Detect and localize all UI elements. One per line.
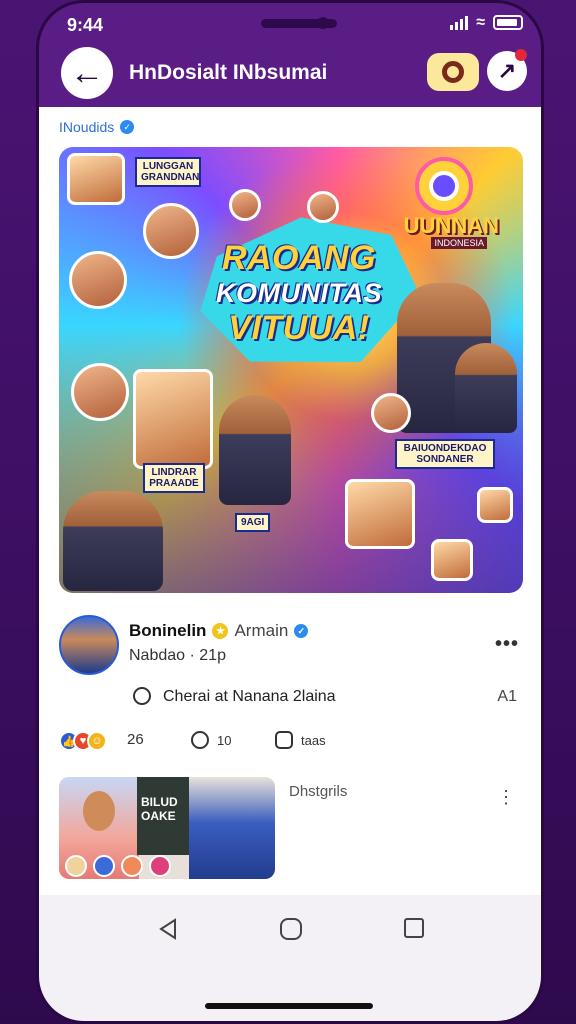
corner-subtitle: INDONESIA	[431, 237, 487, 249]
banner-person	[455, 343, 517, 433]
share-icon	[191, 731, 209, 749]
banner-tag-top-left: LUNGGAN GRANDNAN	[135, 157, 201, 187]
banner-tag-right: BAIUONDEKDAO SONDANER	[395, 439, 495, 469]
post2-more-button[interactable]: ⋮	[497, 787, 515, 808]
banner-photo	[431, 539, 473, 581]
save-button[interactable]: taas	[275, 731, 326, 749]
headline-line-1: RAOANG	[221, 239, 377, 277]
banner-avatar	[69, 251, 127, 309]
banner-avatar	[307, 191, 339, 223]
share-button[interactable]: 10	[191, 731, 231, 749]
post-actions: 👍 ♥ ☺ 26 10 taas	[59, 729, 521, 755]
post2-board-text: BILUD OAKE	[137, 777, 191, 855]
post-role: Armain	[234, 621, 289, 640]
phone-background: 9:44 ≈ ← HnDosialt INbsumai ↗ INoudids ✓…	[0, 0, 576, 1024]
shares-count-text: 10	[217, 732, 232, 748]
badge-icon: ★	[212, 623, 229, 639]
signal-icon	[450, 15, 469, 30]
notification-button[interactable]: ↗	[487, 49, 527, 91]
system-back-button[interactable]	[157, 917, 179, 946]
post-author-line: Boninelin ★ Armain ✓	[129, 621, 309, 641]
post-author[interactable]: Boninelin	[129, 621, 206, 641]
second-post-media[interactable]: BILUD OAKE	[59, 777, 275, 879]
reactions-count[interactable]: 26	[127, 731, 144, 748]
status-bar: 9:44 ≈	[39, 3, 541, 43]
camera-dot	[317, 17, 329, 29]
banner-person	[63, 491, 163, 591]
live-camera-button[interactable]	[427, 53, 479, 91]
banner-photo	[133, 369, 213, 469]
post-meta: Nabdao · 21p	[129, 647, 226, 664]
home-indicator[interactable]	[205, 1003, 373, 1009]
wifi-icon: ≈	[476, 13, 485, 31]
device-frame: 9:44 ≈ ← HnDosialt INbsumai ↗ INoudids ✓…	[36, 0, 544, 1024]
headline-line-2: KOMUNITAS	[216, 278, 382, 308]
comment-right-label: A1	[497, 688, 517, 705]
community-logo-icon	[415, 157, 473, 215]
verified-icon: ✓	[294, 624, 309, 638]
system-navigation-bar	[39, 895, 541, 1021]
banner-person	[219, 395, 291, 505]
arrow-left-icon: ←	[70, 53, 104, 92]
banner-photo	[345, 479, 415, 549]
banner-avatar	[371, 393, 411, 433]
more-options-button[interactable]: •••	[495, 633, 519, 656]
avatar[interactable]	[59, 615, 119, 675]
post2-avatars	[59, 853, 275, 879]
section-label-text: INoudids	[59, 119, 115, 135]
save-label: taas	[301, 732, 326, 748]
app-header: ← HnDosialt INbsumai ↗	[39, 43, 541, 107]
banner-tag-left: LINDRAR PRAAADE	[143, 463, 205, 493]
haha-reaction-icon: ☺	[87, 731, 107, 751]
community-banner[interactable]: RAOANG KOMUNITAS VITUUA! UUNNAN INDONESI…	[59, 147, 523, 593]
feed-content: INoudids ✓ RAOANG KOMUNITAS VITUUA! UUNN…	[39, 107, 541, 947]
reactions-count-text: 26	[127, 731, 144, 748]
post2-title[interactable]: Dhstgrils	[289, 783, 347, 800]
comment-icon	[133, 687, 151, 705]
verified-icon: ✓	[120, 120, 135, 134]
section-label[interactable]: INoudids ✓	[59, 119, 135, 135]
circle-home-icon	[280, 918, 302, 940]
reaction-icons[interactable]: 👍 ♥ ☺	[59, 731, 107, 751]
corner-title: UUNNAN	[403, 213, 499, 238]
banner-headline: RAOANG KOMUNITAS VITUUA!	[179, 239, 419, 348]
banner-photo	[477, 487, 513, 523]
headline-line-3: VITUUA!	[228, 309, 370, 347]
back-button[interactable]: ←	[61, 47, 113, 99]
bookmark-icon	[275, 731, 293, 749]
page-title: HnDosialt INbsumai	[129, 61, 328, 84]
banner-small-caption: 9AGI	[235, 513, 271, 532]
banner-avatar	[229, 189, 261, 221]
status-time: 9:44	[67, 15, 104, 35]
system-home-button[interactable]	[279, 917, 303, 946]
comment-row[interactable]: Cherai at Nanana 2laina A1	[133, 687, 521, 711]
system-recents-button[interactable]	[403, 917, 425, 944]
banner-avatar	[143, 203, 199, 259]
triangle-back-icon	[159, 918, 176, 940]
battery-icon	[493, 15, 523, 30]
notification-badge	[515, 49, 527, 61]
record-icon	[442, 61, 464, 83]
square-recents-icon	[404, 918, 424, 938]
comment-text: Cherai at Nanana 2laina	[163, 688, 336, 705]
status-icons: ≈	[450, 13, 523, 31]
pen-icon: ↗	[497, 58, 517, 83]
banner-photo	[67, 153, 125, 205]
banner-avatar	[71, 363, 129, 421]
